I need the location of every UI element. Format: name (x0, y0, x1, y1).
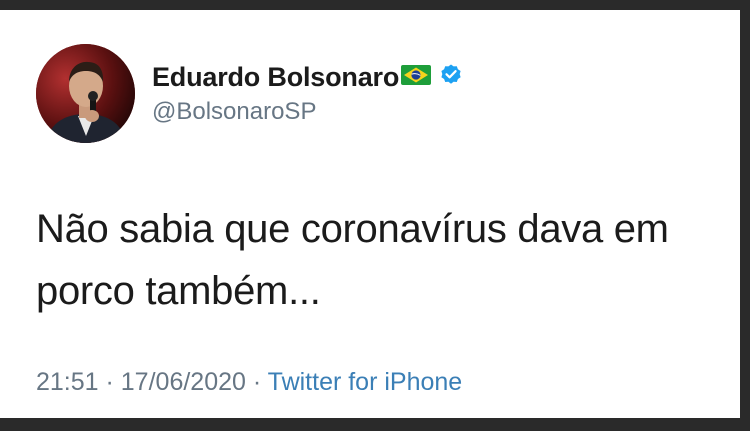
author-name[interactable]: Eduardo Bolsonaro (152, 62, 399, 93)
verified-badge-icon (439, 63, 463, 92)
tweet-text-line-2: porco também... (36, 269, 321, 313)
tweet-time[interactable]: 21:51 (36, 368, 99, 396)
screenshot-frame: Eduardo Bolsonaro @BolsonaroSP Não sabia… (0, 0, 750, 431)
tweet-text: Não sabia que coronavírus dava em porco t… (36, 198, 726, 322)
tweet-text-line-1: Não sabia que coronavírus dava em (36, 207, 669, 251)
author-handle[interactable]: @BolsonaroSP (152, 98, 316, 126)
avatar[interactable] (36, 44, 135, 143)
avatar-photo (36, 44, 135, 143)
tweet-source-link[interactable]: Twitter for iPhone (268, 368, 463, 396)
tweet-card: Eduardo Bolsonaro @BolsonaroSP Não sabia… (0, 10, 740, 418)
author-row: Eduardo Bolsonaro (152, 60, 463, 94)
meta-separator: · (98, 368, 121, 396)
tweet-date[interactable]: 17/06/2020 (121, 368, 246, 396)
tweet-metadata: 21:51 · 17/06/2020 · Twitter for iPhone (36, 368, 462, 397)
meta-separator: · (245, 368, 268, 396)
brazil-flag-icon (401, 64, 432, 90)
